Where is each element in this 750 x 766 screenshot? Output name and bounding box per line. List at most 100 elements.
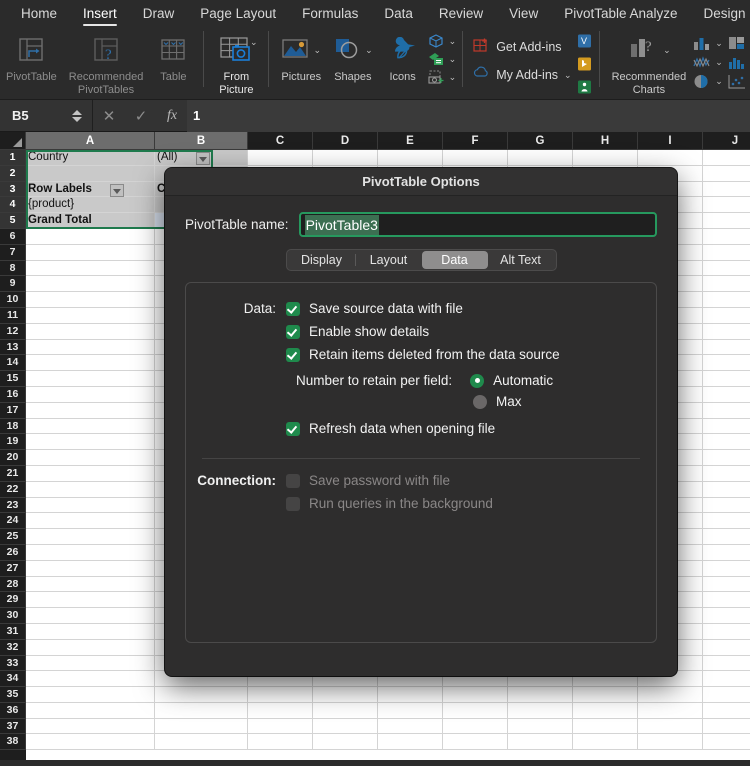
cell-A11[interactable] bbox=[26, 307, 155, 324]
cell-A24[interactable] bbox=[26, 513, 155, 530]
cell-I37[interactable] bbox=[638, 718, 703, 735]
cell-A28[interactable] bbox=[26, 576, 155, 593]
cell-J28[interactable] bbox=[703, 576, 750, 593]
ribbon-tab-draw[interactable]: Draw bbox=[130, 0, 188, 27]
cell-J21[interactable] bbox=[703, 465, 750, 482]
cell-J14[interactable] bbox=[703, 355, 750, 372]
row-header-14[interactable]: 14 bbox=[0, 355, 26, 372]
cell-A36[interactable] bbox=[26, 702, 155, 719]
column-chart-button[interactable]: ⌄ bbox=[692, 35, 723, 52]
cell-J35[interactable] bbox=[703, 687, 750, 703]
cell-F1[interactable] bbox=[443, 150, 508, 166]
row-labels-filter-dropdown-icon[interactable] bbox=[110, 183, 124, 197]
cell-A18[interactable] bbox=[26, 418, 155, 435]
chevron-down-icon[interactable]: ⌄ bbox=[449, 54, 457, 64]
row-header-1[interactable]: 1 bbox=[0, 150, 26, 166]
cell-A35[interactable] bbox=[26, 687, 155, 703]
cell-J22[interactable] bbox=[703, 481, 750, 498]
cell-A33[interactable] bbox=[26, 655, 155, 672]
recommended-charts-button[interactable]: ? ⌄ Recommended Charts bbox=[606, 27, 693, 96]
row-header-24[interactable]: 24 bbox=[0, 513, 26, 530]
scatter-chart-button[interactable] bbox=[727, 73, 747, 90]
cell-C1[interactable] bbox=[248, 150, 313, 166]
cell-J32[interactable] bbox=[703, 639, 750, 656]
cell-A15[interactable] bbox=[26, 371, 155, 387]
column-header-i[interactable]: I bbox=[638, 132, 703, 150]
column-header-j[interactable]: J bbox=[703, 132, 750, 150]
cell-B36[interactable] bbox=[155, 702, 248, 719]
cell-I1[interactable] bbox=[638, 150, 703, 166]
row-header-5[interactable]: 5 bbox=[0, 213, 26, 229]
name-box[interactable]: B5 bbox=[0, 108, 72, 123]
cell-D38[interactable] bbox=[313, 734, 378, 751]
visio-addin-button[interactable]: V bbox=[576, 33, 593, 54]
cell-F36[interactable] bbox=[443, 702, 508, 719]
cell-E1[interactable] bbox=[378, 150, 443, 166]
ribbon-tab-data[interactable]: Data bbox=[371, 0, 426, 27]
cell-I38[interactable] bbox=[638, 734, 703, 751]
row-header-38[interactable]: 38 bbox=[0, 734, 26, 751]
cell-E37[interactable] bbox=[378, 718, 443, 735]
select-all-corner[interactable] bbox=[0, 132, 26, 150]
cell-A19[interactable] bbox=[26, 434, 155, 451]
row-header-31[interactable]: 31 bbox=[0, 623, 26, 640]
cell-A1[interactable]: Country bbox=[26, 150, 155, 166]
cell-C35[interactable] bbox=[248, 687, 313, 703]
histogram-chart-button[interactable] bbox=[727, 54, 747, 71]
row-header-19[interactable]: 19 bbox=[0, 434, 26, 451]
country-filter-dropdown-icon[interactable] bbox=[196, 151, 210, 165]
cell-J10[interactable] bbox=[703, 292, 750, 308]
column-header-d[interactable]: D bbox=[313, 132, 378, 150]
cell-A32[interactable] bbox=[26, 639, 155, 656]
ribbon-tab-home[interactable]: Home bbox=[8, 0, 70, 27]
name-box-spinner[interactable] bbox=[72, 109, 92, 122]
bing-addin-button[interactable] bbox=[576, 56, 593, 77]
cell-J13[interactable] bbox=[703, 339, 750, 356]
cell-A16[interactable] bbox=[26, 386, 155, 403]
cell-A8[interactable] bbox=[26, 260, 155, 277]
row-header-17[interactable]: 17 bbox=[0, 402, 26, 419]
cell-A10[interactable] bbox=[26, 292, 155, 308]
ribbon-tab-page-layout[interactable]: Page Layout bbox=[187, 0, 289, 27]
cell-A38[interactable] bbox=[26, 734, 155, 751]
cell-A20[interactable] bbox=[26, 450, 155, 466]
row-header-25[interactable]: 25 bbox=[0, 529, 26, 545]
cell-J20[interactable] bbox=[703, 450, 750, 466]
row-header-22[interactable]: 22 bbox=[0, 481, 26, 498]
column-header-e[interactable]: E bbox=[378, 132, 443, 150]
row-header-9[interactable]: 9 bbox=[0, 276, 26, 293]
chevron-down-icon[interactable]: ⌄ bbox=[715, 77, 723, 86]
retain-automatic-radio[interactable] bbox=[470, 373, 485, 388]
cell-H38[interactable] bbox=[573, 734, 638, 751]
cell-J11[interactable] bbox=[703, 307, 750, 324]
cell-J18[interactable] bbox=[703, 418, 750, 435]
cell-I36[interactable] bbox=[638, 702, 703, 719]
ribbon-tab-review[interactable]: Review bbox=[426, 0, 496, 27]
from-picture-button[interactable]: ⌄ From Picture bbox=[210, 27, 262, 96]
cell-F38[interactable] bbox=[443, 734, 508, 751]
cell-H1[interactable] bbox=[573, 150, 638, 166]
3d-model-button[interactable]: ⌄ bbox=[427, 33, 456, 49]
chevron-down-icon[interactable]: ⌄ bbox=[715, 39, 723, 48]
ribbon-tab-design[interactable]: Design bbox=[691, 0, 750, 27]
retain-items-checkbox[interactable] bbox=[286, 347, 300, 362]
pivottable-name-input[interactable]: PivotTable3 bbox=[298, 212, 657, 237]
cell-H36[interactable] bbox=[573, 702, 638, 719]
cell-A26[interactable] bbox=[26, 544, 155, 561]
column-header-a[interactable]: A bbox=[26, 132, 155, 150]
smartart-button[interactable]: ⌄ bbox=[427, 51, 457, 67]
refresh-on-open-checkbox[interactable] bbox=[286, 421, 300, 436]
column-header-c[interactable]: C bbox=[248, 132, 313, 150]
line-chart-button[interactable]: ⌄ bbox=[692, 54, 723, 71]
row-header-20[interactable]: 20 bbox=[0, 450, 26, 466]
row-header-6[interactable]: 6 bbox=[0, 228, 26, 245]
screenshot-button[interactable]: ⌄ bbox=[427, 69, 457, 85]
cell-A17[interactable] bbox=[26, 402, 155, 419]
cell-A4[interactable]: {product} bbox=[26, 197, 155, 214]
enable-show-details-checkbox[interactable] bbox=[286, 324, 300, 339]
cell-I35[interactable] bbox=[638, 687, 703, 703]
column-header-h[interactable]: H bbox=[573, 132, 638, 150]
cell-H35[interactable] bbox=[573, 687, 638, 703]
row-header-7[interactable]: 7 bbox=[0, 244, 26, 261]
chevron-down-icon[interactable]: ⌄ bbox=[449, 72, 457, 82]
